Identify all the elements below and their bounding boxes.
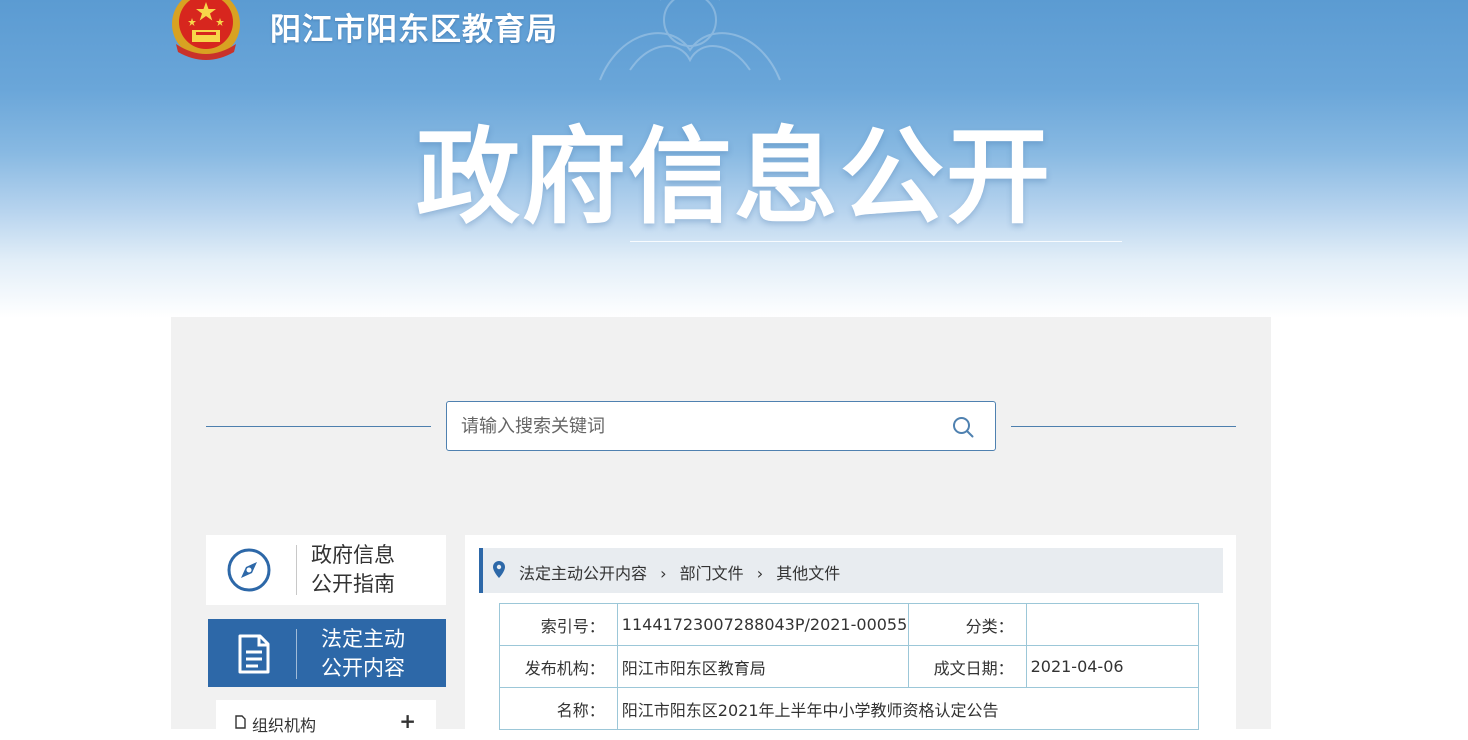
table-row: 发布机构： 阳江市阳东区教育局 成文日期： 2021-04-06 <box>499 645 1200 688</box>
flower-decoration <box>599 0 781 81</box>
chevron-right-icon: › <box>756 564 764 583</box>
sidebar-sub-list: 组织机构 + <box>216 700 436 740</box>
date-value: 2021-04-06 <box>1025 645 1200 688</box>
breadcrumb: 法定主动公开内容 › 部门文件 › 其他文件 <box>479 548 1223 593</box>
hero-title: 政府信息公开 <box>416 116 1053 238</box>
compass-icon <box>227 548 271 592</box>
sidebar-active-label: 法定主动 公开内容 <box>321 625 451 683</box>
sidebar-item-organization[interactable]: 组织机构 + <box>216 700 436 740</box>
national-emblem-icon[interactable] <box>168 0 244 62</box>
name-label: 名称： <box>499 687 618 730</box>
main-panel: 政府信息 公开指南 法定主动 公开内容 组织机构 + <box>171 317 1271 740</box>
expand-icon[interactable]: + <box>399 709 416 733</box>
search-divider-right <box>1011 426 1236 427</box>
table-row: 名称： 阳江市阳东区2021年上半年中小学教师资格认定公告 <box>499 687 1200 730</box>
sidebar-separator <box>296 629 297 679</box>
hero-divider <box>630 241 1122 242</box>
sidebar-active-label-line1: 法定主动 <box>321 627 405 651</box>
document-small-icon <box>235 715 246 729</box>
breadcrumb-item-other-docs[interactable]: 其他文件 <box>776 560 840 584</box>
category-label: 分类： <box>907 603 1027 646</box>
sidebar-separator <box>296 545 297 595</box>
index-label: 索引号： <box>499 603 618 646</box>
sidebar-item-label: 组织机构 <box>252 716 317 735</box>
sidebar-item-statutory[interactable]: 法定主动 公开内容 <box>208 619 446 687</box>
header-banner: 阳江市阳东区教育局 政府信息公开 <box>0 0 1468 318</box>
chevron-right-icon: › <box>660 564 667 583</box>
content-area: 法定主动公开内容 › 部门文件 › 其他文件 索引号： 114417230072… <box>465 535 1236 730</box>
document-icon <box>238 634 270 674</box>
search-divider-left <box>206 426 431 427</box>
name-value: 阳江市阳东区2021年上半年中小学教师资格认定公告 <box>616 687 1200 730</box>
publisher-label: 发布机构： <box>499 645 618 688</box>
sidebar-item-guide[interactable]: 政府信息 公开指南 <box>206 535 446 605</box>
search-icon[interactable] <box>951 415 975 439</box>
table-row: 索引号： 11441723007288043P/2021-00055 分类： <box>499 603 1200 646</box>
index-value: 11441723007288043P/2021-00055 <box>616 603 909 646</box>
breadcrumb-item-statutory[interactable]: 法定主动公开内容 <box>519 560 647 584</box>
breadcrumb-items: 法定主动公开内容 › 部门文件 › 其他文件 <box>519 560 840 584</box>
location-pin-icon <box>493 561 505 578</box>
breadcrumb-item-department-docs[interactable]: 部门文件 <box>680 560 744 584</box>
category-value <box>1025 603 1200 646</box>
publisher-value: 阳江市阳东区教育局 <box>616 645 909 688</box>
search-box <box>446 401 996 451</box>
search-input[interactable] <box>461 413 931 439</box>
sidebar-guide-label-line2: 公开指南 <box>311 572 395 596</box>
sidebar-guide-label: 政府信息 公开指南 <box>311 541 441 599</box>
sidebar-guide-label-line1: 政府信息 <box>311 543 395 567</box>
sidebar-active-label-line2: 公开内容 <box>321 656 405 680</box>
site-name[interactable]: 阳江市阳东区教育局 <box>270 4 558 49</box>
date-label: 成文日期： <box>907 645 1027 688</box>
document-meta-table: 索引号： 11441723007288043P/2021-00055 分类： 发… <box>499 603 1200 730</box>
